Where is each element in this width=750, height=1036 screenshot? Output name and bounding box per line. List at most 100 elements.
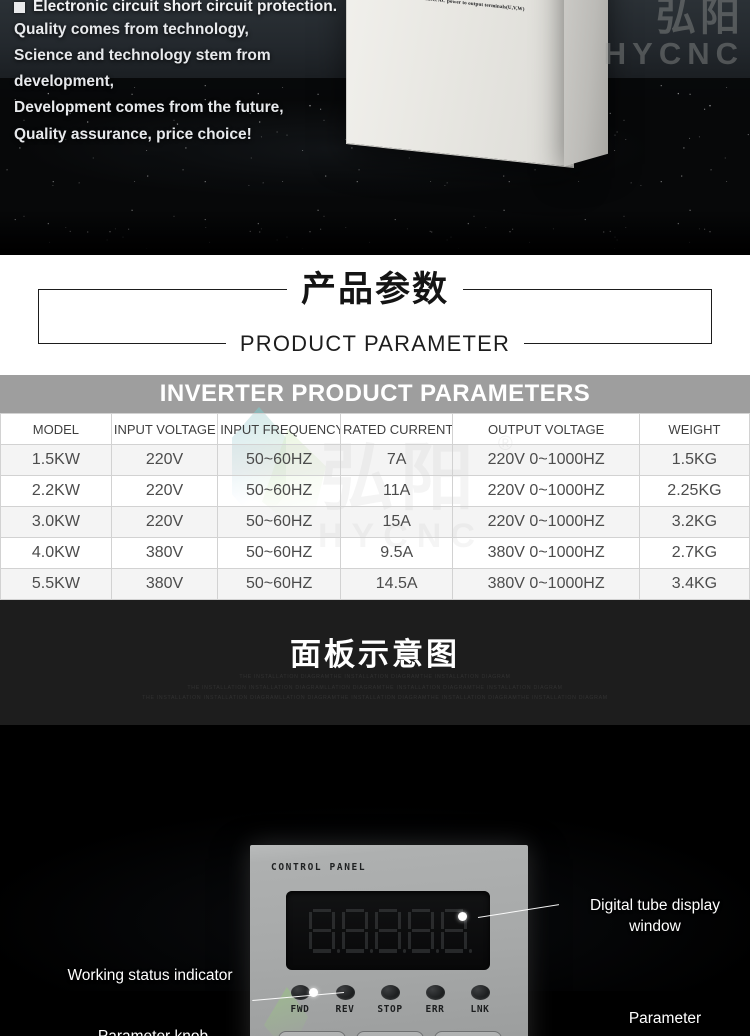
callout-parameter-left: Parameter knob xyxy=(58,1026,248,1036)
led-indicator-err: ERR xyxy=(415,985,455,1015)
seven-segment-digit xyxy=(375,908,406,953)
cell-output-voltage: 220V 0~1000HZ xyxy=(452,506,640,538)
column-header-input-voltage: INPUT VOLTAGE xyxy=(110,413,219,445)
cell-model: 2.2KW xyxy=(0,475,112,507)
square-bullet-icon xyxy=(14,2,25,13)
parameters-table: MODEL INPUT VOLTAGE INPUT FREQUENCY RATE… xyxy=(0,413,750,600)
page-title-cn: 产品参数 xyxy=(286,261,463,312)
callout-anchor-dot xyxy=(309,988,318,997)
led-label: FWD xyxy=(290,1004,310,1015)
led-indicator-stop: STOP xyxy=(370,985,410,1015)
cell-input-frequency: 50~60HZ xyxy=(217,568,342,600)
control-panel-title: CONTROL PANEL xyxy=(271,862,367,873)
led-dot-icon xyxy=(470,985,490,1000)
table-banner-label: INVERTER PRODUCT PARAMETERS xyxy=(159,380,591,407)
seven-segment-digit xyxy=(342,908,373,953)
led-label: STOP xyxy=(377,1004,403,1015)
cell-output-voltage: 380V 0~1000HZ xyxy=(452,537,640,569)
table-row: 3.0KW 220V 50~60HZ 15A 220V 0~1000HZ 3.2… xyxy=(0,506,750,538)
hero-slogan-line: Quality assurance, price choice! xyxy=(14,125,252,143)
cell-model: 1.5KW xyxy=(0,444,112,476)
led-indicator-lnk: LNK xyxy=(460,985,500,1015)
page-title-en: PRODUCT PARAMETER xyxy=(225,331,525,357)
cell-rated-current: 14.5A xyxy=(340,568,454,600)
digital-tube-display xyxy=(286,891,490,970)
table-row: 4.0KW 380V 50~60HZ 9.5A 380V 0~1000HZ 2.… xyxy=(0,537,750,569)
cell-input-frequency: 50~60HZ xyxy=(217,506,342,538)
column-header-output-voltage: OUTPUT VOLTAGE xyxy=(452,413,640,445)
warning-list: High voltage inside Do not open the box … xyxy=(398,0,532,15)
seven-segment-digit xyxy=(309,908,340,953)
cell-rated-current: 11A xyxy=(340,475,454,507)
cell-weight: 2.25KG xyxy=(638,475,750,507)
device-key-row xyxy=(278,1031,502,1036)
inverter-side-face xyxy=(564,0,608,167)
control-panel-device: CONTROL PANEL FWD REV STOP ERR LNK xyxy=(250,845,528,1036)
cell-weight: 3.2KG xyxy=(638,506,750,538)
cell-input-voltage: 380V xyxy=(110,568,219,600)
column-header-model: MODEL xyxy=(0,413,112,445)
callout-digital-tube: Digital tube display window xyxy=(589,897,721,936)
cell-rated-current: 7A xyxy=(340,444,454,476)
table-row: 2.2KW 220V 50~60HZ 11A 220V 0~1000HZ 2.2… xyxy=(0,475,750,507)
hero-banner: 运行RUN 停止STOP 复位RESET High voltage inside… xyxy=(0,0,750,255)
cell-weight: 1.5KG xyxy=(638,444,750,476)
table-head: MODEL INPUT VOLTAGE INPUT FREQUENCY RATE… xyxy=(0,413,750,445)
led-label: LNK xyxy=(470,1004,490,1015)
device-key[interactable] xyxy=(356,1031,424,1036)
cell-rated-current: 15A xyxy=(340,506,454,538)
led-label: REV xyxy=(335,1004,355,1015)
hero-bottom-fade xyxy=(0,209,750,255)
device-key[interactable] xyxy=(434,1031,502,1036)
cell-model: 4.0KW xyxy=(0,537,112,569)
table-header-row: MODEL INPUT VOLTAGE INPUT FREQUENCY RATE… xyxy=(0,413,750,445)
table-row: 1.5KW 220V 50~60HZ 7A 220V 0~1000HZ 1.5K… xyxy=(0,444,750,476)
seven-segment-digit xyxy=(408,908,439,953)
callout-parameter-right: Parameter xyxy=(628,1010,702,1027)
inverter-product-photo: 运行RUN 停止STOP 复位RESET High voltage inside… xyxy=(340,0,608,204)
subtitle-line: THE INSTALLATION INSTALLATION DIAGRAMLLA… xyxy=(187,684,563,691)
hero-slogan-line: Quality comes from technology, xyxy=(14,21,249,39)
cell-input-voltage: 220V xyxy=(110,444,219,476)
led-dot-icon xyxy=(425,985,445,1000)
cell-input-voltage: 380V xyxy=(110,537,219,569)
callout-anchor-dot xyxy=(458,912,467,921)
column-header-rated-current: RATED CURRENT xyxy=(340,413,454,445)
led-label: ERR xyxy=(425,1004,445,1015)
callout-working-status: Working status indicator xyxy=(67,967,233,984)
cell-input-voltage: 220V xyxy=(110,475,219,507)
hero-bullet-text: Electronic circuit short circuit protect… xyxy=(33,0,338,15)
product-detail-page: 运行RUN 停止STOP 复位RESET High voltage inside… xyxy=(0,0,750,1036)
device-key[interactable] xyxy=(278,1031,346,1036)
hero-slogan-line: development, xyxy=(14,73,114,91)
cell-rated-current: 9.5A xyxy=(340,537,454,569)
cell-input-frequency: 50~60HZ xyxy=(217,444,342,476)
cell-weight: 2.7KG xyxy=(638,537,750,569)
table-body: 1.5KW 220V 50~60HZ 7A 220V 0~1000HZ 1.5K… xyxy=(0,444,750,600)
hero-bullet-row: Electronic circuit short circuit protect… xyxy=(14,0,344,17)
cell-output-voltage: 380V 0~1000HZ xyxy=(452,568,640,600)
hero-slogan-line: Development comes from the future, xyxy=(14,99,284,117)
cell-input-frequency: 50~60HZ xyxy=(217,537,342,569)
table-row: 5.5KW 380V 50~60HZ 14.5A 380V 0~1000HZ 3… xyxy=(0,568,750,600)
cell-model: 5.5KW xyxy=(0,568,112,600)
hero-slogan-line: Science and technology stem from xyxy=(14,47,271,65)
led-dot-icon xyxy=(380,985,400,1000)
cell-input-frequency: 50~60HZ xyxy=(217,475,342,507)
subtitle-line: THE INSTALLATION DIAGRAMTHE INSTALLATION… xyxy=(239,674,511,680)
cell-output-voltage: 220V 0~1000HZ xyxy=(452,475,640,507)
cell-weight: 3.4KG xyxy=(638,568,750,600)
section-heading: 产品参数 PRODUCT PARAMETER xyxy=(0,255,750,375)
led-indicator-rev: REV xyxy=(325,985,365,1015)
cell-input-voltage: 220V xyxy=(110,506,219,538)
panel-diagram-header: 面板示意图 THE INSTALLATION DIAGRAMTHE INSTAL… xyxy=(0,600,750,725)
column-header-weight: WEIGHT xyxy=(638,413,750,445)
panel-diagram-subtitle: THE INSTALLATION DIAGRAMTHE INSTALLATION… xyxy=(0,672,750,704)
hero-text-block: Electronic circuit short circuit protect… xyxy=(14,0,344,148)
cell-model: 3.0KW xyxy=(0,506,112,538)
cell-output-voltage: 220V 0~1000HZ xyxy=(452,444,640,476)
subtitle-line: THE INSTALLATION INSTALLATION DIAGRAMLLA… xyxy=(142,695,608,702)
table-banner: INVERTER PRODUCT PARAMETERS xyxy=(0,375,750,413)
panel-diagram-title: 面板示意图 xyxy=(290,637,460,673)
parameters-table-section: INVERTER PRODUCT PARAMETERS 弘阳 ® HYCNC M… xyxy=(0,375,750,600)
